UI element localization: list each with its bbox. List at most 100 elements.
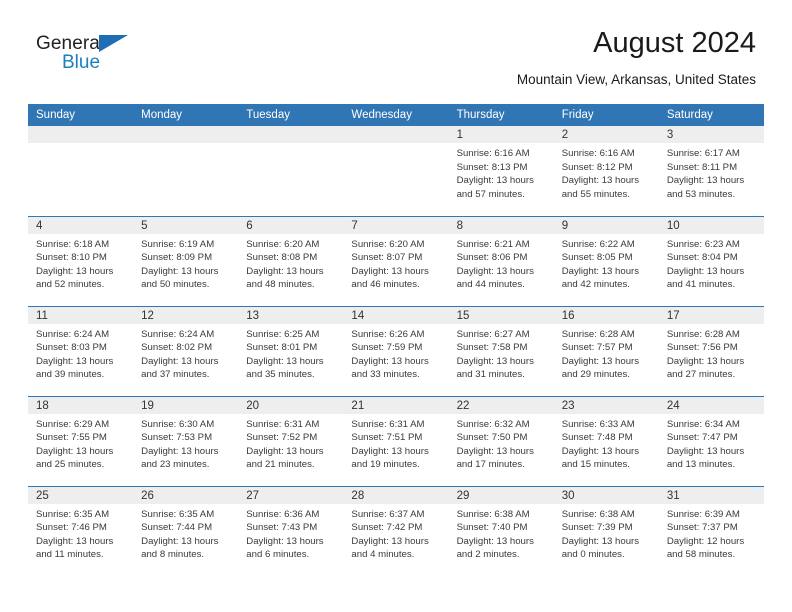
calendar-day-cell[interactable]: 20 Sunrise: 6:31 AM Sunset: 7:52 PM Dayligh… bbox=[238, 395, 344, 486]
sunrise-time: Sunrise: 6:39 AM bbox=[666, 508, 740, 520]
day-details: Sunrise: 6:16 AM Sunset: 8:13 PM Daylight:… bbox=[449, 143, 554, 201]
calendar-day-cell[interactable]: 3 Sunrise: 6:17 AM Sunset: 8:11 PM Daylight… bbox=[658, 126, 764, 216]
daylight-duration-line1: Daylight: 13 hours bbox=[36, 445, 114, 457]
daylight-duration-line2: and 6 minutes. bbox=[246, 549, 310, 561]
sunset-time: Sunset: 7:59 PM bbox=[351, 342, 423, 354]
sunset-time: Sunset: 7:46 PM bbox=[36, 522, 107, 534]
sunrise-time: Sunrise: 6:21 AM bbox=[456, 238, 530, 250]
daylight-duration-line1: Daylight: 13 hours bbox=[141, 355, 219, 367]
daylight-duration-line2: and 37 minutes. bbox=[141, 369, 210, 381]
day-number: 20 bbox=[238, 396, 344, 414]
day-details: Sunrise: 6:31 AM Sunset: 7:52 PM Daylight:… bbox=[238, 414, 343, 472]
page-title: August 2024 bbox=[593, 27, 756, 59]
calendar-day-cell[interactable]: 11 Sunrise: 6:24 AM Sunset: 8:03 PM Dayligh… bbox=[28, 305, 134, 396]
sunset-time: Sunset: 7:57 PM bbox=[561, 342, 633, 354]
calendar-day-cell[interactable]: 26 Sunrise: 6:35 AM Sunset: 7:44 PM Dayligh… bbox=[133, 485, 239, 576]
day-number: 22 bbox=[448, 396, 554, 414]
daylight-duration-line2: and 55 minutes. bbox=[561, 188, 630, 200]
sunrise-time: Sunrise: 6:30 AM bbox=[141, 418, 215, 430]
daylight-duration-line1: Daylight: 13 hours bbox=[351, 445, 429, 457]
day-number: 18 bbox=[28, 396, 134, 414]
day-details: Sunrise: 6:23 AM Sunset: 8:04 PM Daylight:… bbox=[659, 234, 764, 292]
calendar-day-cell[interactable]: 12 Sunrise: 6:24 AM Sunset: 8:02 PM Dayligh… bbox=[133, 305, 239, 396]
sunset-time: Sunset: 8:04 PM bbox=[666, 252, 738, 264]
calendar-day-cell[interactable]: 30 Sunrise: 6:38 AM Sunset: 7:39 PM Dayligh… bbox=[553, 485, 659, 576]
calendar-day-cell[interactable]: 4 Sunrise: 6:18 AM Sunset: 8:10 PM Daylight… bbox=[28, 215, 134, 306]
calendar-day-cell[interactable]: 25 Sunrise: 6:35 AM Sunset: 7:46 PM Dayligh… bbox=[28, 485, 134, 576]
day-number: 11 bbox=[28, 306, 134, 324]
calendar-day-cell-empty bbox=[343, 126, 449, 216]
calendar-day-cell[interactable]: 14 Sunrise: 6:26 AM Sunset: 7:59 PM Dayligh… bbox=[343, 305, 449, 396]
sunset-time: Sunset: 7:39 PM bbox=[561, 522, 633, 534]
sunset-time: Sunset: 7:43 PM bbox=[246, 522, 318, 534]
calendar-day-cell[interactable]: 5 Sunrise: 6:19 AM Sunset: 8:09 PM Daylight… bbox=[133, 215, 239, 306]
calendar-day-cell[interactable]: 6 Sunrise: 6:20 AM Sunset: 8:08 PM Daylight… bbox=[238, 215, 344, 306]
day-number: 10 bbox=[658, 216, 764, 234]
calendar-day-cell-empty bbox=[28, 126, 134, 216]
sunrise-time: Sunrise: 6:16 AM bbox=[456, 148, 530, 159]
calendar-day-cell[interactable]: 17 Sunrise: 6:28 AM Sunset: 7:56 PM Dayligh… bbox=[658, 305, 764, 396]
general-blue-logo[interactable]: General Blue bbox=[36, 34, 156, 78]
calendar-day-cell[interactable]: 31 Sunrise: 6:39 AM Sunset: 7:37 PM Dayligh… bbox=[658, 485, 764, 576]
day-number: 19 bbox=[133, 396, 239, 414]
daylight-duration-line1: Daylight: 13 hours bbox=[561, 265, 640, 277]
daylight-duration-line1: Daylight: 13 hours bbox=[456, 535, 534, 547]
sunset-time: Sunset: 7:50 PM bbox=[456, 432, 528, 444]
daylight-duration-line2: and 48 minutes. bbox=[246, 279, 315, 291]
day-details: Sunrise: 6:24 AM Sunset: 8:03 PM Daylight:… bbox=[28, 324, 133, 382]
sunset-time: Sunset: 8:13 PM bbox=[456, 161, 528, 173]
sunset-time: Sunset: 7:55 PM bbox=[36, 432, 107, 444]
sunrise-time: Sunrise: 6:31 AM bbox=[351, 418, 425, 430]
daylight-duration-line2: and 21 minutes. bbox=[246, 459, 315, 471]
calendar-day-cell[interactable]: 8 Sunrise: 6:21 AM Sunset: 8:06 PM Daylight… bbox=[448, 215, 554, 306]
triangle-logo-icon bbox=[99, 35, 128, 52]
calendar-day-cell[interactable]: 21 Sunrise: 6:31 AM Sunset: 7:51 PM Dayligh… bbox=[343, 395, 449, 486]
sunset-time: Sunset: 8:10 PM bbox=[36, 252, 107, 264]
day-number: 31 bbox=[658, 486, 764, 504]
calendar-day-cell[interactable]: 22 Sunrise: 6:32 AM Sunset: 7:50 PM Dayligh… bbox=[448, 395, 554, 486]
day-details: Sunrise: 6:29 AM Sunset: 7:55 PM Daylight:… bbox=[28, 414, 133, 472]
sunset-time: Sunset: 8:01 PM bbox=[246, 342, 318, 354]
day-number: 7 bbox=[343, 216, 449, 234]
daylight-duration-line2: and 46 minutes. bbox=[351, 279, 420, 291]
sunrise-time: Sunrise: 6:33 AM bbox=[561, 418, 635, 430]
daylight-duration-line1: Daylight: 13 hours bbox=[561, 445, 640, 457]
daylight-duration-line1: Daylight: 13 hours bbox=[666, 265, 745, 277]
daylight-duration-line1: Daylight: 13 hours bbox=[456, 445, 534, 457]
calendar-day-cell[interactable]: 19 Sunrise: 6:30 AM Sunset: 7:53 PM Dayligh… bbox=[133, 395, 239, 486]
calendar-day-cell[interactable]: 29 Sunrise: 6:38 AM Sunset: 7:40 PM Dayligh… bbox=[448, 485, 554, 576]
daylight-duration-line2: and 44 minutes. bbox=[456, 279, 525, 291]
calendar-day-cell[interactable]: 10 Sunrise: 6:23 AM Sunset: 8:04 PM Dayligh… bbox=[658, 215, 764, 306]
calendar-day-cell[interactable]: 16 Sunrise: 6:28 AM Sunset: 7:57 PM Dayligh… bbox=[553, 305, 659, 396]
day-details: Sunrise: 6:20 AM Sunset: 8:08 PM Daylight:… bbox=[238, 234, 343, 292]
calendar-day-cell[interactable]: 1 Sunrise: 6:16 AM Sunset: 8:13 PM Daylight… bbox=[448, 126, 554, 216]
calendar-day-cell[interactable]: 28 Sunrise: 6:37 AM Sunset: 7:42 PM Dayligh… bbox=[343, 485, 449, 576]
calendar-day-cell[interactable]: 9 Sunrise: 6:22 AM Sunset: 8:05 PM Daylight… bbox=[553, 215, 659, 306]
calendar-day-cell[interactable]: 7 Sunrise: 6:20 AM Sunset: 8:07 PM Daylight… bbox=[343, 215, 449, 306]
calendar-day-cell[interactable]: 2 Sunrise: 6:16 AM Sunset: 8:12 PM Daylight… bbox=[553, 126, 659, 216]
day-number: 27 bbox=[238, 486, 344, 504]
day-number: 24 bbox=[658, 396, 764, 414]
sunrise-sunset-calendar: Sunday Monday Tuesday Wednesday Thursday… bbox=[28, 104, 764, 576]
page-header: General Blue August 2024 Mountain View, … bbox=[0, 0, 792, 87]
logo-text-blue: Blue bbox=[62, 52, 101, 73]
calendar-week-row: 11 Sunrise: 6:24 AM Sunset: 8:03 PM Dayligh… bbox=[28, 305, 764, 396]
day-number bbox=[343, 126, 449, 143]
sunrise-time: Sunrise: 6:18 AM bbox=[36, 238, 110, 250]
calendar-day-cell[interactable]: 23 Sunrise: 6:33 AM Sunset: 7:48 PM Dayligh… bbox=[553, 395, 659, 486]
calendar-day-cell[interactable]: 27 Sunrise: 6:36 AM Sunset: 7:43 PM Dayligh… bbox=[238, 485, 344, 576]
sunset-time: Sunset: 7:37 PM bbox=[666, 522, 738, 534]
sunrise-time: Sunrise: 6:19 AM bbox=[141, 238, 215, 250]
calendar-week-row: 4 Sunrise: 6:18 AM Sunset: 8:10 PM Daylight… bbox=[28, 215, 764, 306]
calendar-day-cell[interactable]: 24 Sunrise: 6:34 AM Sunset: 7:47 PM Dayligh… bbox=[658, 395, 764, 486]
daylight-duration-line1: Daylight: 13 hours bbox=[246, 445, 324, 457]
daylight-duration-line1: Daylight: 13 hours bbox=[141, 535, 219, 547]
daylight-duration-line2: and 17 minutes. bbox=[456, 459, 525, 471]
daylight-duration-line2: and 29 minutes. bbox=[561, 369, 630, 381]
calendar-day-cell[interactable]: 15 Sunrise: 6:27 AM Sunset: 7:58 PM Dayligh… bbox=[448, 305, 554, 396]
day-number: 9 bbox=[553, 216, 659, 234]
calendar-day-cell[interactable]: 13 Sunrise: 6:25 AM Sunset: 8:01 PM Dayligh… bbox=[238, 305, 344, 396]
daylight-duration-line1: Daylight: 13 hours bbox=[456, 175, 534, 187]
daylight-duration-line1: Daylight: 13 hours bbox=[351, 535, 429, 547]
calendar-day-cell[interactable]: 18 Sunrise: 6:29 AM Sunset: 7:55 PM Dayligh… bbox=[28, 395, 134, 486]
